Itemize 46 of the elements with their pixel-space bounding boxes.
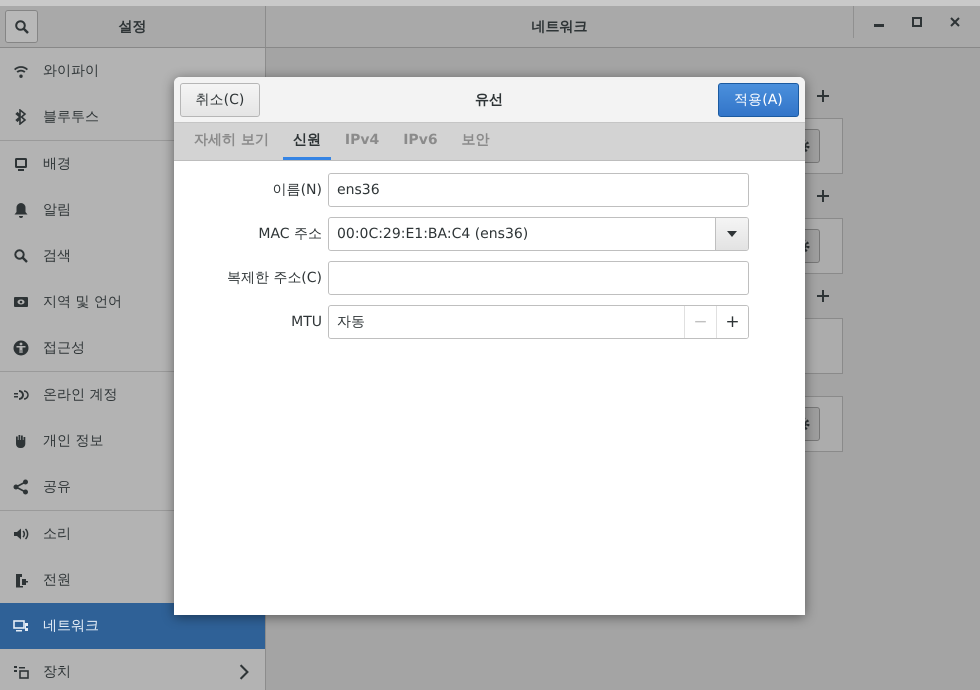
dropdown-button[interactable] [715, 218, 748, 250]
caret-icon [727, 231, 737, 237]
search-icon [14, 18, 30, 34]
search-button[interactable] [5, 10, 38, 43]
share-icon [13, 479, 29, 495]
bluetooth-icon [13, 109, 29, 125]
wifi-icon [13, 63, 29, 79]
plus-icon [817, 90, 829, 102]
cancel-button[interactable]: 취소(C) [180, 82, 260, 116]
camera-icon [13, 294, 29, 310]
accessibility-icon [13, 340, 29, 356]
input-field[interactable]: ens36 [328, 173, 749, 207]
field-label: MAC 주소 [257, 225, 322, 243]
field-label: 이름(N) [272, 181, 322, 199]
devices-icon [13, 664, 29, 680]
speaker-icon [13, 526, 29, 542]
network-icon [13, 618, 29, 634]
dialog-title: 유선 [475, 92, 503, 108]
field-label: 복제한 주소(C) [226, 269, 322, 287]
plus-icon [817, 290, 829, 302]
sidebar-item[interactable]: 개인 정보 [0, 418, 265, 464]
window-title: 네트워크 [532, 18, 588, 36]
minimize-icon [874, 24, 884, 27]
maximize-icon [912, 17, 922, 27]
apply-button[interactable]: 적용(A) [718, 82, 799, 116]
plus-icon [817, 190, 829, 202]
field-label: MTU [290, 314, 322, 330]
sidebar-item[interactable]: 접근성 [0, 325, 265, 371]
sidebar-item[interactable]: 전원 [0, 557, 265, 603]
close-icon [950, 17, 960, 27]
monitor-icon [13, 156, 29, 172]
spin-field[interactable]: 자동 − + [328, 305, 749, 339]
input-field[interactable] [328, 261, 749, 295]
sidebar-item[interactable]: 장치 [0, 649, 265, 690]
bell-icon [13, 202, 29, 218]
power-plug-icon [13, 572, 29, 588]
sidebar-item[interactable]: 온라인 계정 [0, 372, 265, 418]
tab[interactable]: 신원 [282, 123, 331, 160]
dropdown-field[interactable]: 00:0C:29:E1:BA:C4 (ens36) [328, 217, 749, 251]
sidebar-item[interactable]: 소리 [0, 511, 265, 557]
search-icon [13, 248, 29, 264]
sidebar-item[interactable]: 네트워크 [0, 603, 265, 649]
increment-button[interactable]: + [716, 306, 748, 338]
sidebar-title: 설정 [118, 18, 146, 34]
online-account-icon [13, 387, 29, 403]
sidebar-item[interactable]: 공유 [0, 464, 265, 510]
